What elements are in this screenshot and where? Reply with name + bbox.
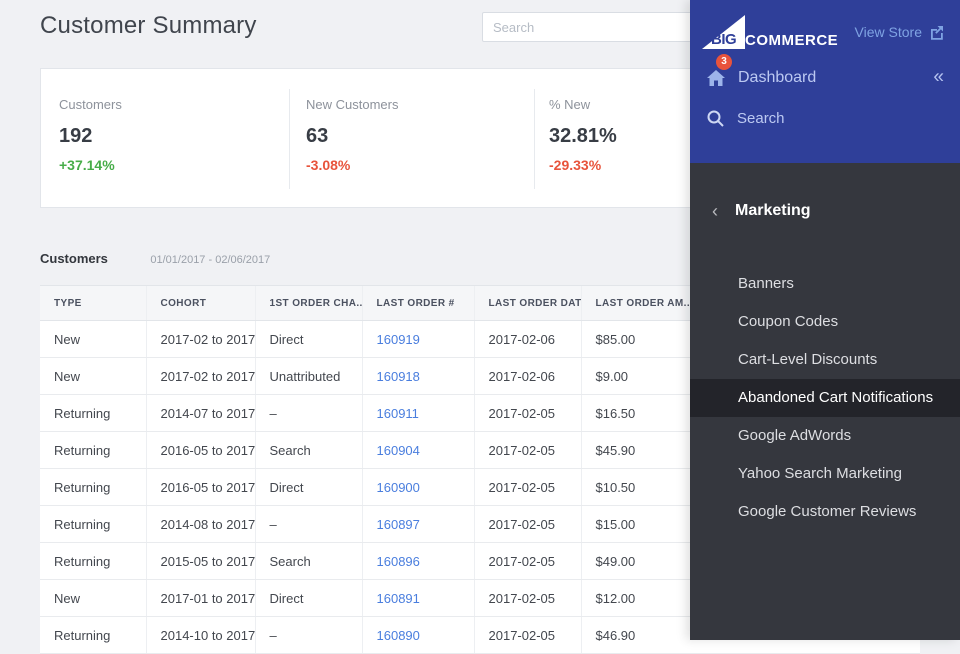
search-label: Search [737, 110, 785, 127]
menu-item-yahoo-search-marketing[interactable]: Yahoo Search Marketing [690, 455, 960, 493]
stat-percent-new: % New 32.81% -29.33% [549, 69, 617, 173]
order-link[interactable]: 160890 [377, 628, 420, 643]
order-link[interactable]: 160904 [377, 443, 420, 458]
stat-label: New Customers [306, 97, 398, 112]
view-store-link[interactable]: View Store [855, 24, 944, 40]
column-header-first-order-channel[interactable]: 1ST ORDER CHA... [255, 286, 362, 321]
order-link[interactable]: 160900 [377, 480, 420, 495]
marketing-title: Marketing [735, 202, 811, 220]
sidebar-item-dashboard[interactable]: 3 Dashboard « [690, 58, 960, 98]
date-range: 01/01/2017 - 02/06/2017 [150, 254, 270, 266]
page-title: Customer Summary [40, 12, 257, 40]
stat-delta: -29.33% [549, 157, 617, 173]
order-link[interactable]: 160896 [377, 554, 420, 569]
sidebar-header: BIG COMMERCE View Store 3 Dashboard « [690, 0, 960, 163]
menu-item-google-customer-reviews[interactable]: Google Customer Reviews [690, 493, 960, 531]
bigcommerce-logo[interactable]: BIG COMMERCE [702, 15, 838, 49]
logo-text-commerce: COMMERCE [745, 32, 838, 49]
column-header-last-order-date[interactable]: LAST ORDER DATE [474, 286, 581, 321]
menu-item-cart-level-discounts[interactable]: Cart-Level Discounts [690, 341, 960, 379]
section-title: Customers [40, 251, 108, 266]
search-icon [706, 109, 725, 128]
dashboard-label: Dashboard [738, 69, 816, 87]
column-header-cohort[interactable]: COHORT [146, 286, 255, 321]
column-header-type[interactable]: TYPE [40, 286, 146, 321]
menu-item-coupon-codes[interactable]: Coupon Codes [690, 303, 960, 341]
sidebar-item-search[interactable]: Search [690, 98, 960, 138]
column-header-last-order-number[interactable]: LAST ORDER # [362, 286, 474, 321]
sidebar: BIG COMMERCE View Store 3 Dashboard « [690, 0, 960, 640]
customers-section-header: Customers 01/01/2017 - 02/06/2017 [40, 250, 270, 268]
marketing-section-header: ‹ Marketing [690, 163, 960, 221]
stat-delta: +37.14% [59, 157, 122, 173]
logo-text-big: BIG [711, 31, 736, 48]
stat-value: 63 [306, 125, 398, 148]
menu-item-banners[interactable]: Banners [690, 265, 960, 303]
order-link[interactable]: 160919 [377, 332, 420, 347]
order-link[interactable]: 160918 [377, 369, 420, 384]
external-link-icon [929, 25, 944, 40]
notification-badge: 3 [716, 54, 732, 70]
menu-item-abandoned-cart-notifications[interactable]: Abandoned Cart Notifications [690, 379, 960, 417]
stat-label: Customers [59, 97, 122, 112]
marketing-menu: Banners Coupon Codes Cart-Level Discount… [690, 265, 960, 531]
stat-delta: -3.08% [306, 157, 398, 173]
stat-label: % New [549, 97, 617, 112]
stat-value: 192 [59, 125, 122, 148]
order-link[interactable]: 160897 [377, 517, 420, 532]
order-link[interactable]: 160911 [377, 406, 419, 421]
stat-divider [289, 89, 290, 189]
order-link[interactable]: 160891 [377, 591, 420, 606]
stat-customers: Customers 192 +37.14% [59, 69, 122, 173]
stat-divider [534, 89, 535, 189]
stat-new-customers: New Customers 63 -3.08% [306, 69, 398, 173]
home-icon [706, 69, 726, 87]
collapse-sidebar-icon[interactable]: « [933, 68, 944, 87]
stat-value: 32.81% [549, 125, 617, 148]
back-chevron-icon[interactable]: ‹ [712, 201, 718, 221]
menu-item-google-adwords[interactable]: Google AdWords [690, 417, 960, 455]
